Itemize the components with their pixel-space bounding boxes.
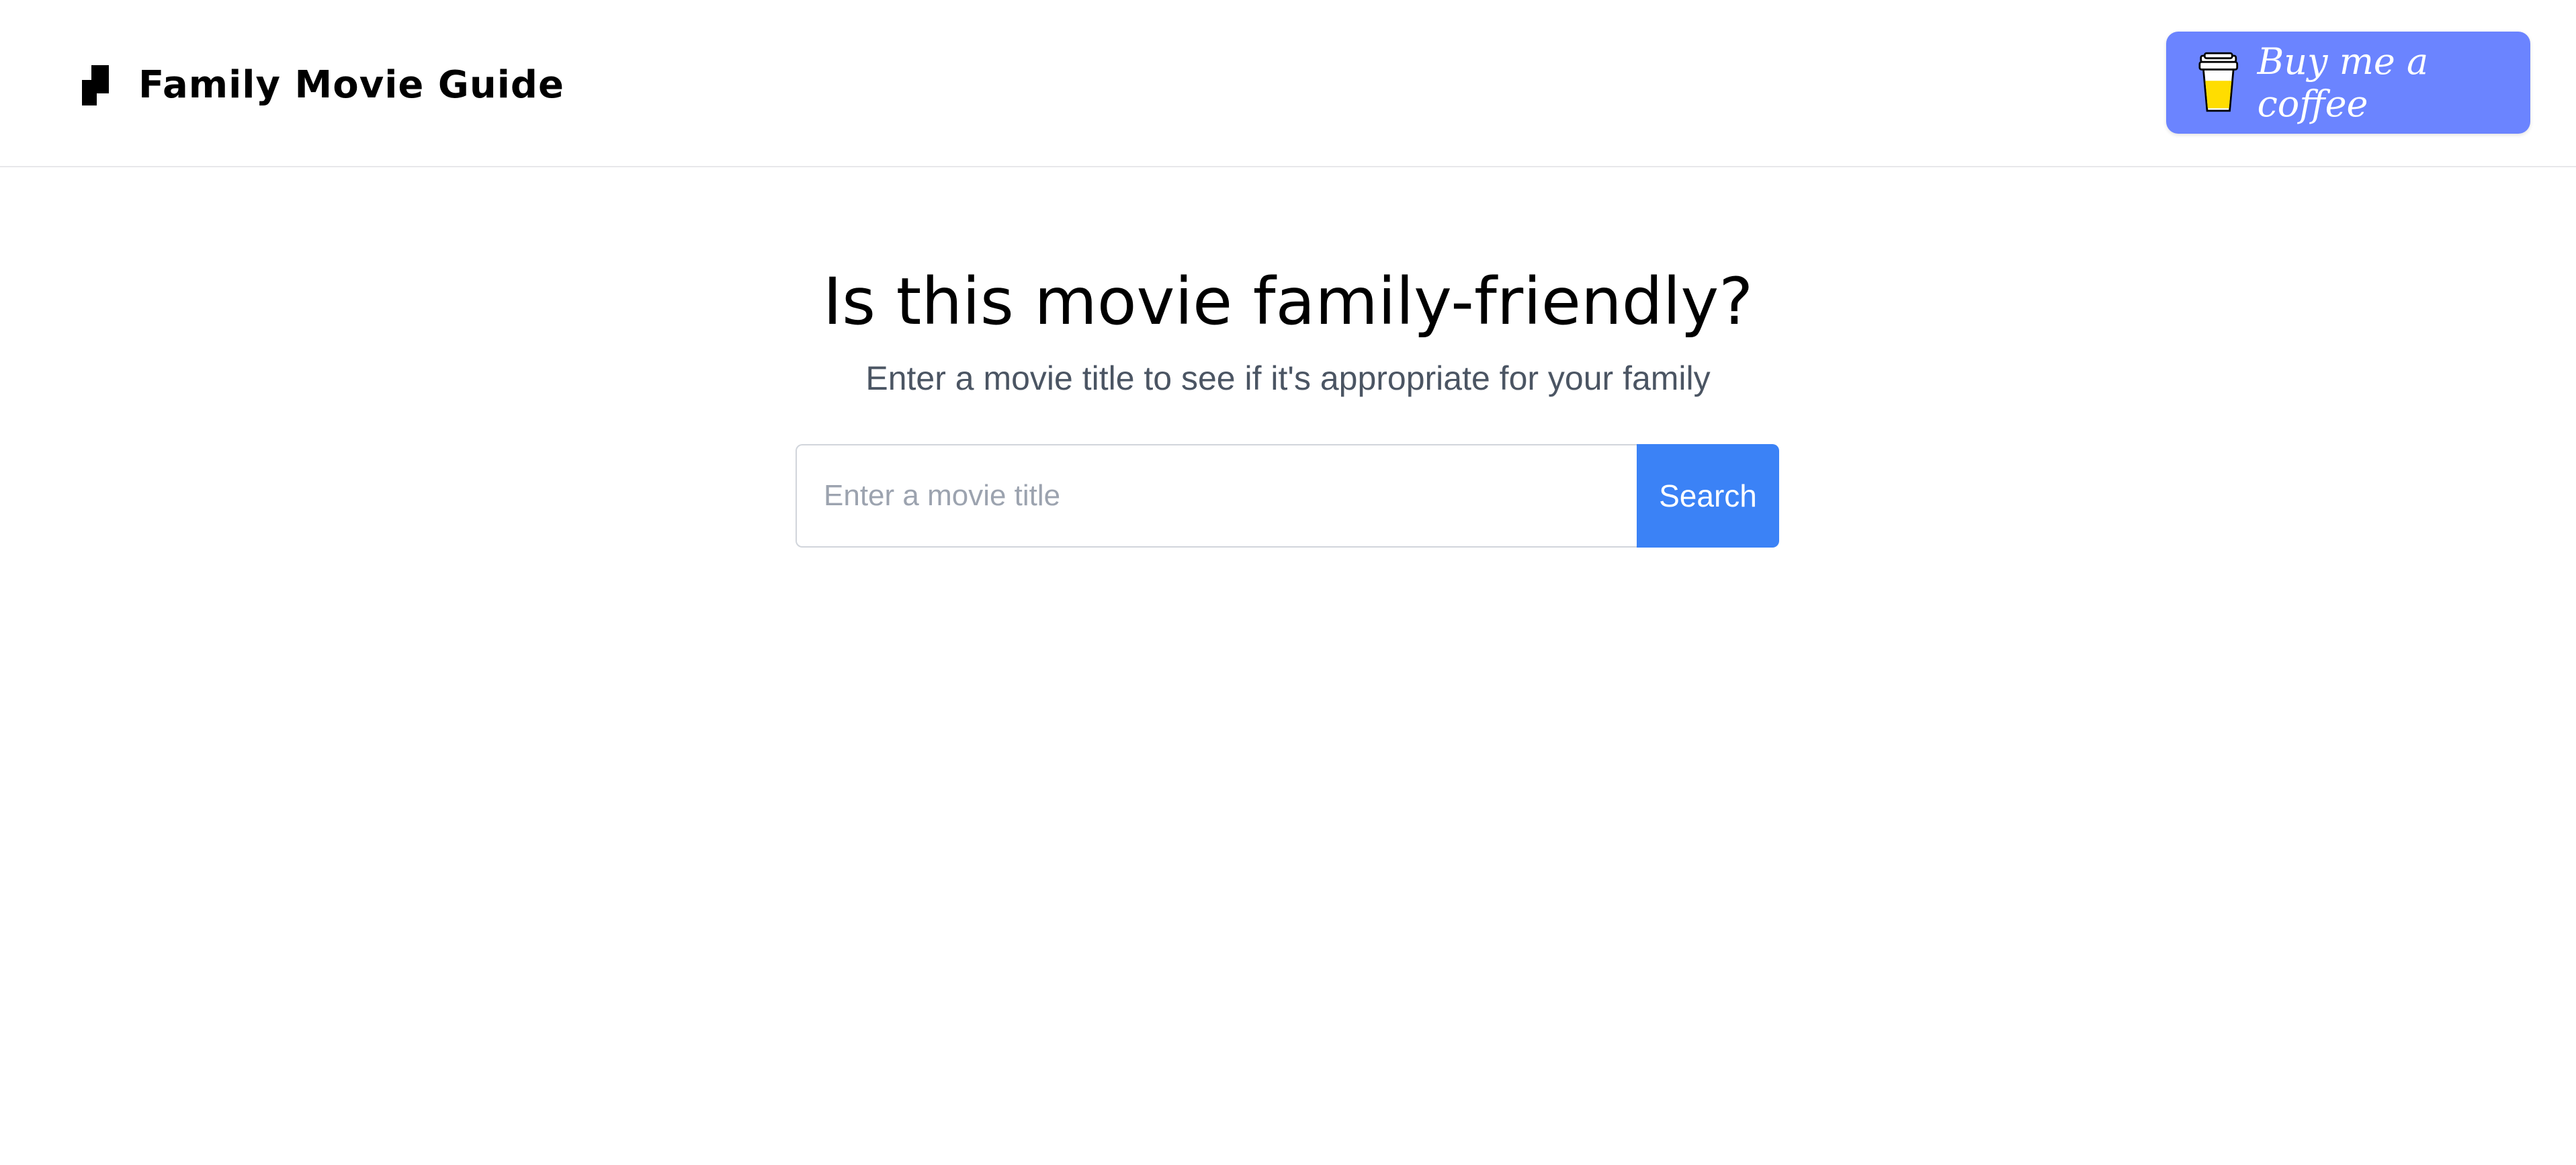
page-subtitle: Enter a movie title to see if it's appro… xyxy=(865,359,1711,397)
page-title: Is this movie family-friendly? xyxy=(822,264,1754,339)
film-logo-icon xyxy=(82,65,110,105)
movie-search-input[interactable] xyxy=(796,444,1637,548)
search-form: Search xyxy=(796,444,1779,548)
site-header: Family Movie Guide Buy me a coffee xyxy=(0,0,2576,167)
site-title: Family Movie Guide xyxy=(138,63,564,107)
search-button[interactable]: Search xyxy=(1637,444,1779,548)
buy-me-a-coffee-button[interactable]: Buy me a coffee xyxy=(2166,32,2530,134)
coffee-button-label: Buy me a coffee xyxy=(2257,40,2429,125)
coffee-cup-icon xyxy=(2198,52,2239,112)
site-logo[interactable]: Family Movie Guide xyxy=(82,62,564,109)
